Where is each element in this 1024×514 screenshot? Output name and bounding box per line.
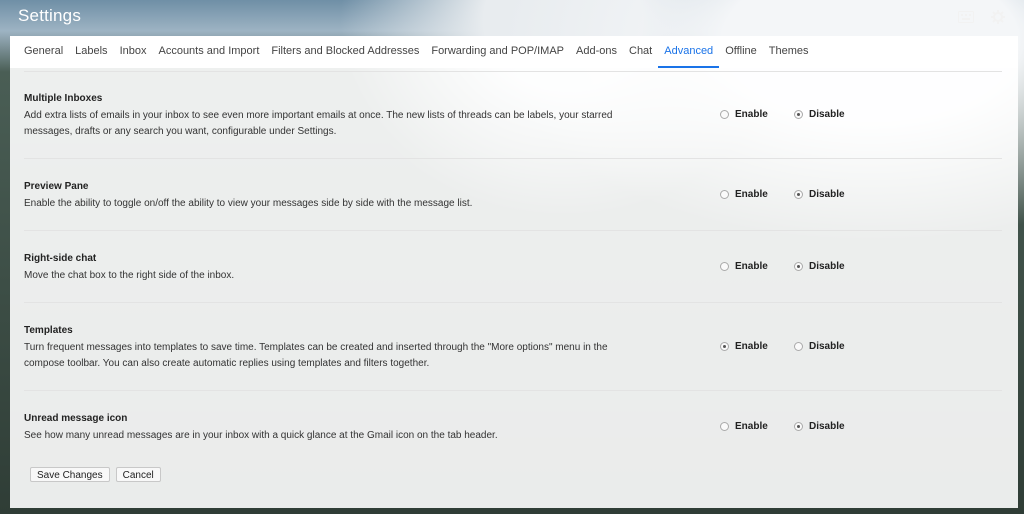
disable-label: Disable [809, 341, 845, 352]
divider [24, 302, 1002, 303]
enable-label: Enable [735, 189, 768, 200]
tab-accounts-and-import[interactable]: Accounts and Import [152, 36, 265, 68]
tab-themes[interactable]: Themes [763, 36, 815, 68]
top-icons [958, 9, 1006, 25]
tab-offline[interactable]: Offline [719, 36, 763, 68]
setting-preview-pane: Preview Pane Enable the ability to toggl… [24, 181, 1002, 231]
enable-label: Enable [735, 341, 768, 352]
setting-name: Preview Pane [24, 181, 89, 192]
divider [24, 71, 1002, 72]
tab-add-ons[interactable]: Add-ons [570, 36, 623, 68]
disable-label: Disable [809, 261, 845, 272]
disable-radio[interactable] [794, 110, 803, 119]
save-changes-button[interactable]: Save Changes [30, 467, 110, 482]
disable-label: Disable [809, 109, 845, 120]
setting-description: Move the chat box to the right side of t… [24, 270, 235, 281]
enable-radio[interactable] [720, 262, 729, 271]
setting-name: Templates [24, 325, 73, 336]
disable-option[interactable]: Disable [794, 341, 845, 352]
tab-inbox[interactable]: Inbox [114, 36, 153, 68]
tab-filters-and-blocked-addresses[interactable]: Filters and Blocked Addresses [265, 36, 425, 68]
disable-option[interactable]: Disable [794, 189, 845, 200]
tab-general[interactable]: General [18, 36, 69, 68]
keyboard-icon[interactable] [958, 9, 974, 25]
enable-radio[interactable] [720, 190, 729, 199]
setting-description: Turn frequent messages into templates to… [24, 342, 608, 369]
disable-radio[interactable] [794, 342, 803, 351]
setting-description: Enable the ability to toggle on/off the … [24, 198, 473, 209]
setting-unread-message-icon: Unread message icon See how many unread … [24, 413, 1002, 444]
tab-labels[interactable]: Labels [69, 36, 113, 68]
disable-radio[interactable] [794, 262, 803, 271]
enable-label: Enable [735, 109, 768, 120]
disable-radio[interactable] [794, 190, 803, 199]
setting-name: Right-side chat [24, 253, 97, 264]
disable-label: Disable [809, 189, 845, 200]
settings-tabs: General Labels Inbox Accounts and Import… [10, 36, 1018, 68]
tab-advanced[interactable]: Advanced [658, 36, 720, 68]
page-title: Settings [18, 6, 82, 25]
setting-right-side-chat: Right-side chat Move the chat box to the… [24, 253, 1002, 303]
enable-radio[interactable] [720, 110, 729, 119]
cancel-button[interactable]: Cancel [115, 467, 161, 482]
enable-label: Enable [735, 421, 768, 432]
enable-radio[interactable] [720, 342, 729, 351]
setting-description: See how many unread messages are in your… [24, 430, 498, 441]
setting-name: Unread message icon [24, 413, 128, 424]
setting-description: Add extra lists of emails in your inbox … [24, 110, 613, 137]
divider [24, 230, 1002, 231]
setting-templates: Templates Turn frequent messages into te… [24, 325, 1002, 391]
gear-icon[interactable] [990, 9, 1006, 25]
settings-panel: General Labels Inbox Accounts and Import… [10, 36, 1018, 508]
setting-name: Multiple Inboxes [24, 93, 103, 104]
divider [24, 390, 1002, 391]
disable-option[interactable]: Disable [794, 421, 845, 432]
disable-option[interactable]: Disable [794, 109, 845, 120]
disable-label: Disable [809, 421, 845, 432]
enable-option[interactable]: Enable [720, 261, 768, 272]
enable-option[interactable]: Enable [720, 421, 768, 432]
top-bar: Settings [0, 0, 1024, 36]
divider [24, 158, 1002, 159]
enable-option[interactable]: Enable [720, 341, 768, 352]
enable-option[interactable]: Enable [720, 189, 768, 200]
disable-radio[interactable] [794, 422, 803, 431]
tab-forwarding-and-pop-imap[interactable]: Forwarding and POP/IMAP [425, 36, 570, 68]
disable-option[interactable]: Disable [794, 261, 845, 272]
enable-option[interactable]: Enable [720, 109, 768, 120]
enable-radio[interactable] [720, 422, 729, 431]
enable-label: Enable [735, 261, 768, 272]
setting-multiple-inboxes: Multiple Inboxes Add extra lists of emai… [24, 93, 1002, 159]
tab-chat[interactable]: Chat [623, 36, 658, 68]
form-buttons: Save Changes Cancel [30, 467, 161, 482]
